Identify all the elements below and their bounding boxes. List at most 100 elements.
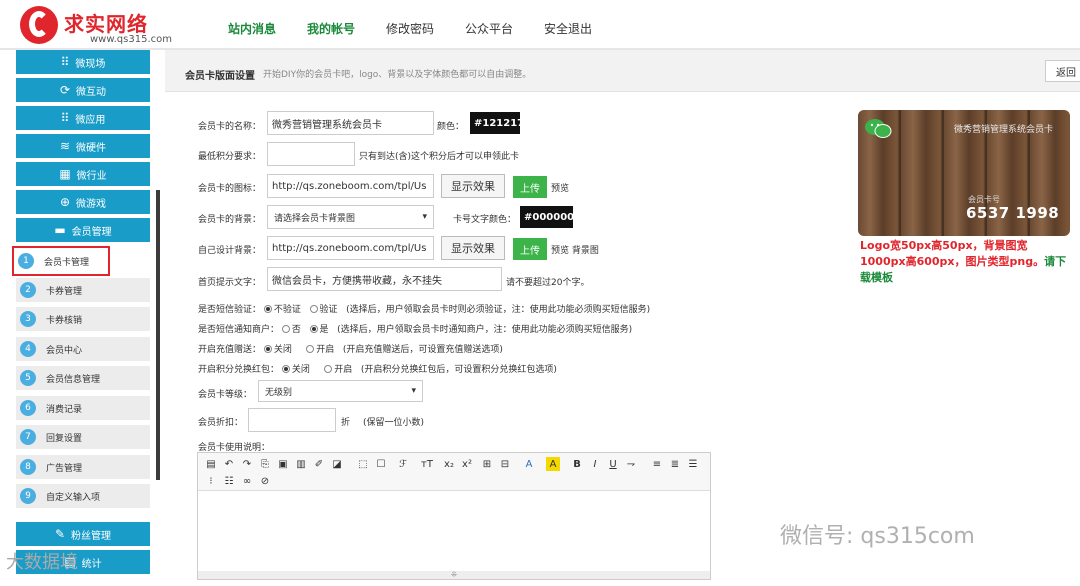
card-level-select[interactable]: 无级别 ▾ [258,380,423,402]
preview-link[interactable]: 预览 [551,181,569,194]
align-left-icon[interactable]: ≡ [650,457,664,471]
top-header: 求实网络 www.qs315.com 站内消息 我的帐号 修改密码 公众平台 安… [0,0,1080,50]
sidebar-scrollbar[interactable] [156,190,160,480]
step-number-badge: 3 [20,311,36,327]
brand-logo[interactable]: 求实网络 www.qs315.com [20,6,172,46]
sidebar-sub-member-center[interactable]: 4 会员中心 [16,337,150,361]
select-all-icon[interactable]: ⬚ [356,457,370,471]
wifi-icon: ≋ [59,139,71,153]
sidebar-sub-ad-management[interactable]: 8 广告管理 [16,455,150,479]
select-block-icon[interactable]: ☐ [374,457,388,471]
strikethrough-icon[interactable]: ⇁ [624,457,638,471]
superscript-icon[interactable]: x² [460,457,474,471]
sidebar-item-fans-management[interactable]: ✎ 粉丝管理 [16,522,150,546]
back-button[interactable]: 返回 [1045,60,1080,82]
underline-icon[interactable]: U [606,457,620,471]
sms-notify-label: 是否短信通知商户： [198,325,280,335]
radio-sms-no[interactable] [263,304,272,313]
radio-label: 验证 [319,305,338,315]
prompt-text-input[interactable]: 微信会员卡，方便携带收藏，永不挂失 [267,267,502,291]
upload-bg-button[interactable]: 上传 [513,238,547,260]
usage-editor[interactable]: ▤ ↶ ↷ ⎘ ▣ ▥ ✐ ◪ ⬚ ☐ ℱ тT x₂ x² ⊞ ⊟ A A B… [197,452,711,580]
sidebar-item-weiyingjian[interactable]: ≋ 微硬件 [16,134,150,158]
show-effect-bg-button[interactable]: 显示效果 [441,236,505,260]
source-icon[interactable]: ▤ [204,457,218,471]
font-size-icon[interactable]: тT [420,457,434,471]
radio-recharge-off[interactable] [263,344,272,353]
nav-logout[interactable]: 安全退出 [544,20,592,37]
nav-change-password[interactable]: 修改密码 [386,20,434,37]
card-no-color-swatch[interactable]: #000000 [520,206,573,228]
sms-verify-row: 是否短信验证： 不验证 验证 (选择后，用户领取会员卡时则必须验证，注：使用此功… [198,302,650,315]
sidebar-item-weiyingyong[interactable]: ⠿ 微应用 [16,106,150,130]
sidebar-sub-custom-fields[interactable]: 9 自定义输入项 [16,484,150,508]
sidebar-sub-consumption-records[interactable]: 6 消费记录 [16,396,150,420]
insert-row-icon[interactable]: ⊞ [480,457,494,471]
eraser-icon[interactable]: ◪ [330,457,344,471]
radio-recharge-on[interactable] [306,344,315,353]
radio-notify-yes[interactable] [309,324,318,333]
min-points-input[interactable] [267,142,355,166]
card-icon-url-input[interactable]: http://qs.zoneboom.com/tpl/Us [267,174,434,198]
sidebar-item-weiyouxi[interactable]: ⊕ 微游戏 [16,190,150,214]
unordered-list-icon[interactable]: ☷ [222,474,236,488]
undo-icon[interactable]: ↶ [222,457,236,471]
ordered-list-icon[interactable]: ⁝ [204,474,218,488]
sidebar-sub-label: 回复设置 [46,433,83,444]
card-color-swatch[interactable]: #121217 [470,112,520,134]
sidebar-item-label: 粉丝管理 [71,530,112,542]
redo-icon[interactable]: ↷ [240,457,254,471]
insert-col-icon[interactable]: ⊟ [498,457,512,471]
radio-label: 否 [291,325,301,335]
discount-input[interactable] [248,408,336,432]
nav-my-account[interactable]: 我的帐号 [307,20,355,37]
card-bg-select[interactable]: 请选择会员卡背景图 ▾ [267,205,434,229]
step-number-badge: 9 [20,488,36,504]
font-family-icon[interactable]: ℱ [396,457,410,471]
highlight-color-icon[interactable]: A [546,457,560,471]
card-preview: 微秀营销管理系统会员卡 会员卡号 6537 1998 [858,110,1070,236]
radio-sms-yes[interactable] [309,304,318,313]
tiles-icon: ▦ [59,167,71,181]
brush-icon[interactable]: ✐ [312,457,326,471]
preview-bg-link[interactable]: 预览 背景图 [551,243,599,256]
sidebar-item-label: 微硬件 [76,142,107,154]
align-center-icon[interactable]: ≣ [668,457,682,471]
copy-icon[interactable]: ⎘ [258,457,272,471]
radio-label: 关闭 [273,345,292,355]
radio-redpack-on[interactable] [324,364,333,373]
chevron-down-icon: ▾ [411,386,416,396]
align-right-icon[interactable]: ☰ [686,457,700,471]
unlink-icon[interactable]: ⊘ [258,474,272,488]
radio-redpack-off[interactable] [281,364,290,373]
link-icon[interactable]: ∞ [240,474,254,488]
sidebar-sub-coupon-management[interactable]: 2 卡券管理 [16,278,150,302]
sidebar-item-member-management[interactable]: ▬ 会员管理 [16,218,150,242]
card-level-label: 会员卡等级： [198,390,253,400]
italic-icon[interactable]: I [588,457,602,471]
paste-text-icon[interactable]: ▥ [294,457,308,471]
chevron-down-icon: ▾ [422,212,427,222]
card-name-input[interactable]: 微秀营销管理系统会员卡 [267,111,434,135]
nav-messages[interactable]: 站内消息 [228,20,276,37]
upload-icon-button[interactable]: 上传 [513,176,547,198]
custom-bg-url-input[interactable]: http://qs.zoneboom.com/tpl/Us [267,236,434,260]
paste-icon[interactable]: ▣ [276,457,290,471]
radio-notify-no[interactable] [281,324,290,333]
bold-icon[interactable]: B [570,457,584,471]
card-template-note: Logo宽50px高50px，背景图宽1000px高600px，图片类型png。… [860,238,1072,286]
sidebar-sub-card-management[interactable]: 1 会员卡管理 [12,246,110,276]
card-preview-name: 微秀营销管理系统会员卡 [954,125,1054,135]
nav-public-platform[interactable]: 公众平台 [465,20,513,37]
sidebar-sub-reply-settings[interactable]: 7 回复设置 [16,425,150,449]
sidebar-sub-member-info[interactable]: 5 会员信息管理 [16,366,150,390]
subscript-icon[interactable]: x₂ [442,457,456,471]
radio-label: 是 [319,325,329,335]
sidebar-item-weihudong[interactable]: ⟳ 微互动 [16,78,150,102]
editor-resize-handle[interactable]: ⁜ [198,571,710,579]
sidebar-item-weixianchang[interactable]: ⠿ 微现场 [16,50,150,74]
sidebar-sub-coupon-verify[interactable]: 3 卡券核销 [16,307,150,331]
show-effect-button[interactable]: 显示效果 [441,174,505,198]
sidebar-item-weihangye[interactable]: ▦ 微行业 [16,162,150,186]
font-color-icon[interactable]: A [522,457,536,471]
